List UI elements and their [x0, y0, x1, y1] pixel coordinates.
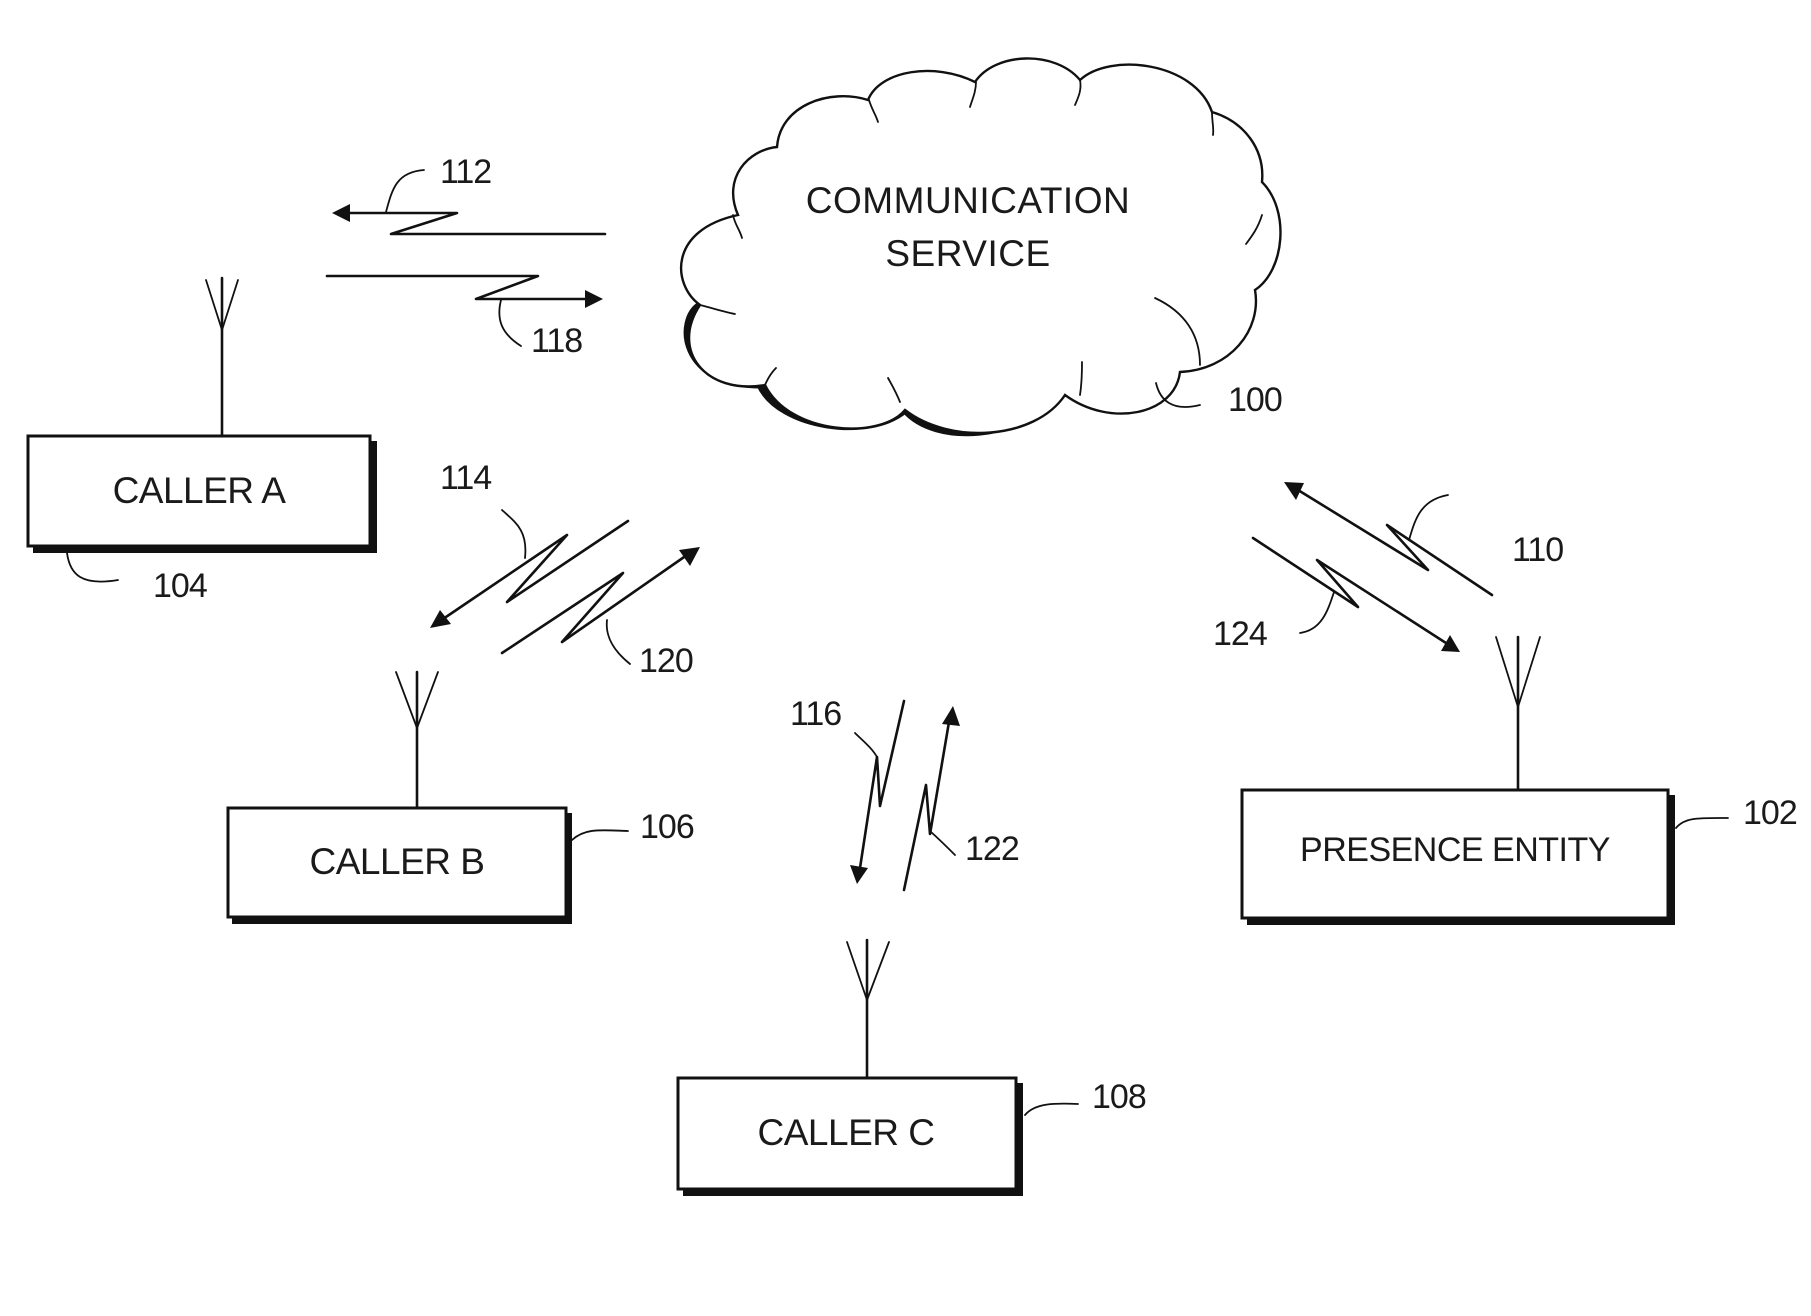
ref-leader-102 — [1675, 817, 1729, 829]
ref-leader-114 — [501, 509, 527, 559]
arrowhead-icon — [942, 706, 960, 726]
antenna-icon — [395, 670, 439, 810]
ref-leader-104 — [66, 552, 119, 583]
caller-a-label: CALLER A — [113, 470, 287, 511]
signal-120: 120 — [500, 547, 700, 680]
arrowhead-icon — [679, 547, 700, 566]
signal-122: 122 — [902, 706, 1020, 892]
ref-leader-124 — [1299, 591, 1335, 634]
ref-label-114: 114 — [440, 459, 491, 497]
network-diagram: COMMUNICATION SERVICE 100 CALLER A 104 C… — [26, 57, 1798, 1196]
ref-label-112: 112 — [440, 153, 491, 191]
signal-124: 124 — [1213, 536, 1460, 653]
ref-label-102: 102 — [1743, 794, 1797, 832]
ref-leader-110 — [1408, 494, 1449, 541]
arrowhead-icon — [850, 865, 868, 884]
arrowhead-icon — [585, 290, 603, 308]
ref-leader-122 — [930, 831, 956, 856]
ref-label-124: 124 — [1213, 615, 1267, 653]
ref-label-118: 118 — [531, 322, 582, 360]
patent-figure: COMMUNICATION SERVICE 100 CALLER A 104 C… — [0, 0, 1811, 1316]
ref-leader-108 — [1024, 1102, 1079, 1116]
arrowhead-icon — [332, 204, 350, 222]
signal-118: 118 — [325, 274, 603, 360]
signal-112: 112 — [332, 153, 607, 236]
presence-entity-label: PRESENCE ENTITY — [1300, 831, 1610, 869]
caller-c-device: CALLER C 108 — [676, 938, 1147, 1196]
ref-label-110: 110 — [1512, 531, 1563, 569]
signal-116: 116 — [790, 695, 906, 884]
caller-c-label: CALLER C — [758, 1112, 935, 1153]
ref-label-108: 108 — [1092, 1078, 1146, 1116]
ref-leader-120 — [605, 619, 631, 665]
arrowhead-icon — [1441, 635, 1460, 652]
cloud-label-line1: COMMUNICATION — [806, 180, 1130, 221]
ref-leader-112 — [385, 169, 425, 213]
ref-label-120: 120 — [639, 642, 693, 680]
ref-label-100: 100 — [1228, 381, 1282, 419]
caller-a-device: CALLER A 104 — [26, 276, 377, 605]
antenna-icon — [1495, 635, 1541, 792]
presence-entity-device: PRESENCE ENTITY 102 — [1240, 635, 1798, 925]
ref-label-106: 106 — [640, 808, 694, 846]
signal-110: 110 — [1284, 482, 1564, 597]
ref-leader-118 — [498, 299, 522, 347]
ref-leader-116 — [854, 732, 878, 758]
arrowhead-icon — [430, 610, 451, 628]
caller-b-label: CALLER B — [310, 841, 485, 882]
caller-b-device: CALLER B 106 — [226, 670, 695, 924]
antenna-icon — [846, 938, 890, 1080]
ref-label-122: 122 — [965, 830, 1019, 868]
ref-label-104: 104 — [153, 567, 207, 605]
ref-leader-106 — [571, 829, 629, 841]
communication-service-cloud: COMMUNICATION SERVICE 100 — [679, 57, 1283, 437]
cloud-label-line2: SERVICE — [885, 233, 1050, 274]
ref-label-116: 116 — [790, 695, 841, 733]
antenna-icon — [205, 276, 239, 438]
